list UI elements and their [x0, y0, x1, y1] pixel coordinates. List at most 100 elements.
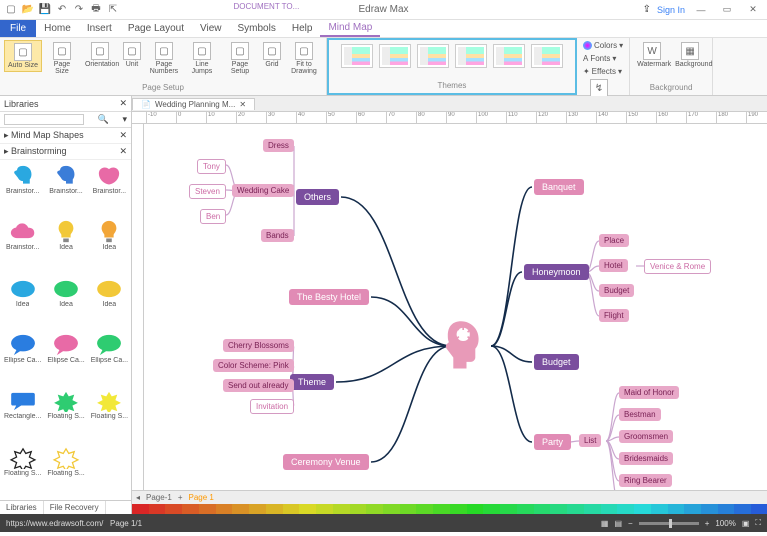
section-brainstorming[interactable]: ▸ Brainstorming✕ — [0, 144, 131, 160]
qat-export-icon[interactable]: ⇱ — [106, 3, 120, 17]
palette-color[interactable] — [734, 504, 751, 514]
zoom-in-icon[interactable]: + — [705, 519, 710, 528]
palette-color[interactable] — [366, 504, 383, 514]
palette-color[interactable] — [534, 504, 551, 514]
shape-bulb2-5[interactable]: Idea — [89, 218, 130, 272]
palette-color[interactable] — [550, 504, 567, 514]
palette-color[interactable] — [701, 504, 718, 514]
palette-color[interactable] — [500, 504, 517, 514]
page-tab[interactable]: Page-1 — [146, 493, 172, 502]
node-steven[interactable]: Steven — [189, 184, 226, 199]
palette-color[interactable] — [684, 504, 701, 514]
palette-color[interactable] — [617, 504, 634, 514]
zoom-slider[interactable] — [639, 522, 699, 525]
shape-speech-9[interactable]: Ellipse Ca... — [2, 331, 43, 385]
tab-mind-map[interactable]: Mind Map — [320, 20, 380, 37]
node-invitation[interactable]: Invitation — [250, 399, 294, 414]
shape-speech-11[interactable]: Ellipse Ca... — [89, 331, 130, 385]
node-budget[interactable]: Budget — [534, 354, 579, 370]
palette-color[interactable] — [668, 504, 685, 514]
palette-color[interactable] — [383, 504, 400, 514]
shape-blob-6[interactable]: Idea — [2, 275, 43, 329]
qat-save-icon[interactable]: 💾 — [38, 3, 52, 17]
palette-color[interactable] — [149, 504, 166, 514]
tab-help[interactable]: Help — [284, 20, 321, 37]
qat-open-icon[interactable]: 📂 — [21, 3, 35, 17]
color-palette[interactable] — [132, 504, 767, 514]
theme-swatch-5[interactable] — [531, 44, 563, 68]
view-normal-icon[interactable]: ▦ — [601, 519, 609, 528]
palette-color[interactable] — [651, 504, 668, 514]
node-maid-of-honor[interactable]: Maid of Honor — [619, 386, 679, 399]
tab-view[interactable]: View — [192, 20, 230, 37]
theme-swatch-0[interactable] — [341, 44, 373, 68]
palette-color[interactable] — [517, 504, 534, 514]
palette-color[interactable] — [483, 504, 500, 514]
node-banquet[interactable]: Banquet — [534, 179, 584, 195]
palette-color[interactable] — [751, 504, 767, 514]
node-ben[interactable]: Ben — [200, 209, 226, 224]
node-hotel[interactable]: Hotel — [599, 259, 628, 272]
node-the-besty-hotel[interactable]: The Besty Hotel — [289, 289, 369, 305]
tab-page-layout[interactable]: Page Layout — [120, 20, 192, 37]
watermark-button[interactable]: WWatermark — [634, 40, 670, 70]
node-groomsmen[interactable]: Groomsmen — [619, 430, 673, 443]
palette-color[interactable] — [299, 504, 316, 514]
palette-color[interactable] — [634, 504, 651, 514]
node-list[interactable]: List — [579, 434, 601, 447]
node-theme[interactable]: Theme — [290, 374, 334, 390]
effects-dropdown[interactable]: ✦Effects▾ — [581, 66, 624, 77]
qat-print-icon[interactable]: 🖶 — [89, 3, 103, 17]
palette-color[interactable] — [266, 504, 283, 514]
libraries-close-icon[interactable]: ✕ — [119, 98, 127, 109]
palette-color[interactable] — [283, 504, 300, 514]
libraries-search[interactable]: 🔍▾ — [0, 112, 131, 128]
palette-color[interactable] — [132, 504, 149, 514]
side-tab-file-recovery[interactable]: File Recovery — [44, 501, 106, 514]
tab-symbols[interactable]: Symbols — [230, 20, 284, 37]
node-cherry-blossoms[interactable]: Cherry Blossoms — [223, 339, 294, 352]
page-active[interactable]: Page 1 — [188, 493, 213, 502]
colors-dropdown[interactable]: Colors▾ — [581, 40, 625, 51]
side-tab-libraries[interactable]: Libraries — [0, 501, 44, 514]
palette-color[interactable] — [400, 504, 417, 514]
qat-new-icon[interactable]: ▢ — [4, 3, 18, 17]
fullscreen-icon[interactable]: ⛶ — [755, 518, 761, 528]
theme-swatch-1[interactable] — [379, 44, 411, 68]
palette-color[interactable] — [316, 504, 333, 514]
palette-color[interactable] — [216, 504, 233, 514]
node-bestman[interactable]: Bestman — [619, 408, 661, 421]
qat-undo-icon[interactable]: ↶ — [55, 3, 69, 17]
zoom-out-icon[interactable]: − — [628, 519, 633, 528]
node-others[interactable]: Others — [296, 189, 339, 205]
background-button[interactable]: ▦Background — [672, 40, 708, 70]
node-ring-bearer[interactable]: Ring Bearer — [619, 474, 672, 487]
node-wedding-cake[interactable]: Wedding Cake — [232, 184, 294, 197]
palette-color[interactable] — [433, 504, 450, 514]
share-icon[interactable]: ⇪ — [643, 4, 651, 15]
view-outline-icon[interactable]: ▤ — [614, 519, 622, 528]
page-add-icon[interactable]: + — [178, 493, 183, 502]
shape-speech-10[interactable]: Ellipse Ca... — [45, 331, 86, 385]
ribbon-page-setup[interactable]: ▢Page Setup — [222, 40, 258, 77]
search-icon[interactable]: 🔍 — [98, 114, 109, 125]
shape-burst-13[interactable]: Floating S... — [45, 387, 86, 441]
palette-color[interactable] — [416, 504, 433, 514]
ribbon-unit[interactable]: ▢Unit — [120, 40, 144, 70]
minimize-button[interactable]: — — [691, 3, 711, 17]
section-close-icon[interactable]: ✕ — [119, 146, 127, 157]
palette-color[interactable] — [567, 504, 584, 514]
ribbon-orientation[interactable]: ▢Orientation — [82, 40, 118, 70]
ribbon-fit-to-drawing[interactable]: ▢Fit to Drawing — [286, 40, 322, 77]
shape-head-0[interactable]: Brainstor... — [2, 162, 43, 216]
theme-swatch-3[interactable] — [455, 44, 487, 68]
palette-color[interactable] — [333, 504, 350, 514]
palette-color[interactable] — [350, 504, 367, 514]
tab-home[interactable]: Home — [36, 20, 79, 37]
library-search-input[interactable] — [4, 114, 84, 125]
palette-color[interactable] — [165, 504, 182, 514]
theme-swatch-4[interactable] — [493, 44, 525, 68]
node-venice-rome[interactable]: Venice & Rome — [644, 259, 711, 274]
fit-page-icon[interactable]: ▣ — [742, 519, 750, 528]
close-button[interactable]: ✕ — [743, 3, 763, 17]
